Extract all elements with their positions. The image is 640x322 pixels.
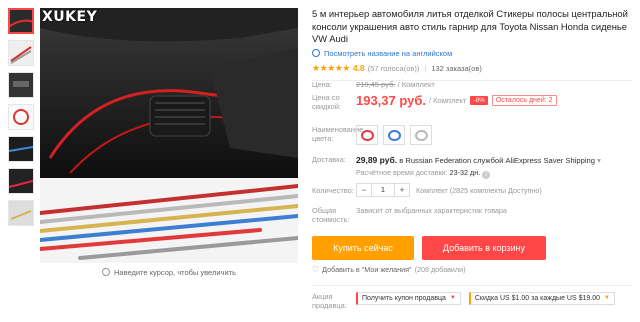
old-price-label: Цена: <box>312 80 332 89</box>
seller-promo-row: Акция продавца: Получить купон продавца ▼… <box>312 285 632 310</box>
discount-timer: Осталось дней: 2 <box>491 95 557 106</box>
magnifier-icon <box>102 268 110 276</box>
thumbnail-image <box>9 169 33 193</box>
ring-icon <box>415 130 428 141</box>
wishlist-count: (208 добавили) <box>414 265 466 274</box>
new-price-row: Цена со скидкой: 193,37 руб. / Комплект … <box>312 93 632 111</box>
brand-logo: XUKEY <box>42 9 98 25</box>
discount-price: 193,37 руб. <box>356 93 427 108</box>
thumbnail-image <box>9 137 33 161</box>
thumbnail-6[interactable] <box>8 168 34 194</box>
zoom-hint: Наведите курсор, чтобы увеличить <box>40 268 298 277</box>
old-price-unit: / Комплект <box>397 80 435 89</box>
chevron-down-icon: ▾ <box>597 156 601 165</box>
color-selector: Наименование цвета: <box>312 125 632 145</box>
action-buttons: Купить сейчас Добавить в корзину <box>312 236 546 260</box>
globe-icon <box>312 49 320 57</box>
quantity-decrease-button[interactable]: − <box>357 184 371 196</box>
thumbnail-image <box>9 201 33 225</box>
shipping-price: 29,89 руб. <box>356 155 398 165</box>
separator: | <box>424 63 427 73</box>
heart-icon: ♡ <box>312 265 320 274</box>
quantity-row: Количество: − 1 + Комплект (2825 комплек… <box>312 183 632 197</box>
thumbnail-image <box>9 73 33 97</box>
color-swatch-red[interactable] <box>356 125 378 145</box>
thumbnail-image <box>9 41 33 65</box>
delivery-estimate: Расчётное время доставки: 23-32 дн. i <box>356 168 601 179</box>
reviews-count[interactable]: (57 голоса(ов)) <box>368 64 420 73</box>
seller-promo-label: Акция продавца: <box>312 292 347 310</box>
delivery-estimate-label: Расчётное время доставки: <box>356 168 448 177</box>
thumbnail-list <box>8 8 34 232</box>
get-coupon-button[interactable]: Получить купон продавца ▼ <box>356 292 461 305</box>
chevron-down-icon: ▼ <box>604 295 610 301</box>
wishlist-text: Добавить в "Мои желания" <box>322 265 412 274</box>
color-swatch-blue[interactable] <box>383 125 405 145</box>
shipping-info[interactable]: 29,89 руб. в Russian Federation службой … <box>356 155 601 165</box>
quantity-available: Комплект (2825 комплекты Доступно) <box>416 185 542 195</box>
seller-discount-button[interactable]: Скидка US $1.00 за каждые US $19.00 ▼ <box>468 292 615 305</box>
thumbnail-3[interactable] <box>8 72 34 98</box>
ring-icon <box>361 130 374 141</box>
shipping-row: Доставка: 29,89 руб. в Russian Federatio… <box>312 155 632 179</box>
product-main-image[interactable]: XUKEY <box>40 8 298 263</box>
thumbnail-4[interactable] <box>8 104 34 130</box>
thumbnail-image <box>10 10 32 32</box>
total-label: Общая стоимость: <box>312 206 350 224</box>
chevron-down-icon: ▼ <box>449 295 456 301</box>
discount-price-unit: / Комплект <box>429 96 467 105</box>
product-photo <box>40 8 298 263</box>
orders-count: 132 заказа(ов) <box>431 63 482 73</box>
total-value: Зависит от выбранных характеристик товар… <box>356 206 507 215</box>
zoom-hint-text: Наведите курсор, чтобы увеличить <box>114 268 236 277</box>
product-info: 5 м интерьер автомобиля литья отделкой С… <box>312 8 632 81</box>
add-to-cart-button[interactable]: Добавить в корзину <box>422 236 546 260</box>
divider <box>312 285 632 286</box>
shipping-label: Доставка: <box>312 155 346 164</box>
translate-link[interactable]: Посмотреть название на английском <box>312 49 632 58</box>
quantity-input[interactable]: 1 <box>371 184 395 196</box>
get-coupon-text: Получить купон продавца <box>362 295 446 302</box>
total-row: Общая стоимость: Зависит от выбранных ха… <box>312 206 632 224</box>
quantity-stepper: − 1 + <box>356 183 410 197</box>
seller-discount-text: Скидка US $1.00 за каждые US $19.00 <box>474 295 600 302</box>
color-label: Наименование цвета: <box>312 125 364 143</box>
thumbnail-image <box>9 105 33 129</box>
thumbnail-7[interactable] <box>8 200 34 226</box>
star-rating-icon: ★★★★★ <box>312 62 350 73</box>
delivery-estimate-value: 23-32 дн. <box>449 168 481 177</box>
buy-now-button[interactable]: Купить сейчас <box>312 236 414 260</box>
thumbnail-1[interactable] <box>8 8 34 34</box>
rating-value: 4.8 <box>352 63 365 73</box>
rating-row: ★★★★★ 4.8 (57 голоса(ов)) | 132 заказа(о… <box>312 63 632 74</box>
wishlist-row[interactable]: ♡ Добавить в "Мои желания" (208 добавили… <box>312 265 466 274</box>
price-block: Цена: 210,45 руб. / Комплект Цена со ски… <box>312 80 632 111</box>
shipping-method: в Russian Federation службой AliExpress … <box>399 156 595 165</box>
product-title: 5 м интерьер автомобиля литья отделкой С… <box>312 8 628 44</box>
thumbnail-5[interactable] <box>8 136 34 162</box>
color-swatch-silver[interactable] <box>410 125 432 145</box>
quantity-increase-button[interactable]: + <box>395 184 409 196</box>
quantity-label: Количество: <box>312 185 354 195</box>
translate-link-text: Посмотреть название на английском <box>324 48 453 58</box>
info-icon[interactable]: i <box>482 171 491 179</box>
old-price: 210,45 руб. <box>356 80 396 89</box>
new-price-label: Цена со скидкой: <box>312 93 341 111</box>
old-price-row: Цена: 210,45 руб. / Комплект <box>312 80 632 89</box>
discount-badge: -8% <box>470 96 488 105</box>
thumbnail-2[interactable] <box>8 40 34 66</box>
ring-icon <box>388 130 401 141</box>
